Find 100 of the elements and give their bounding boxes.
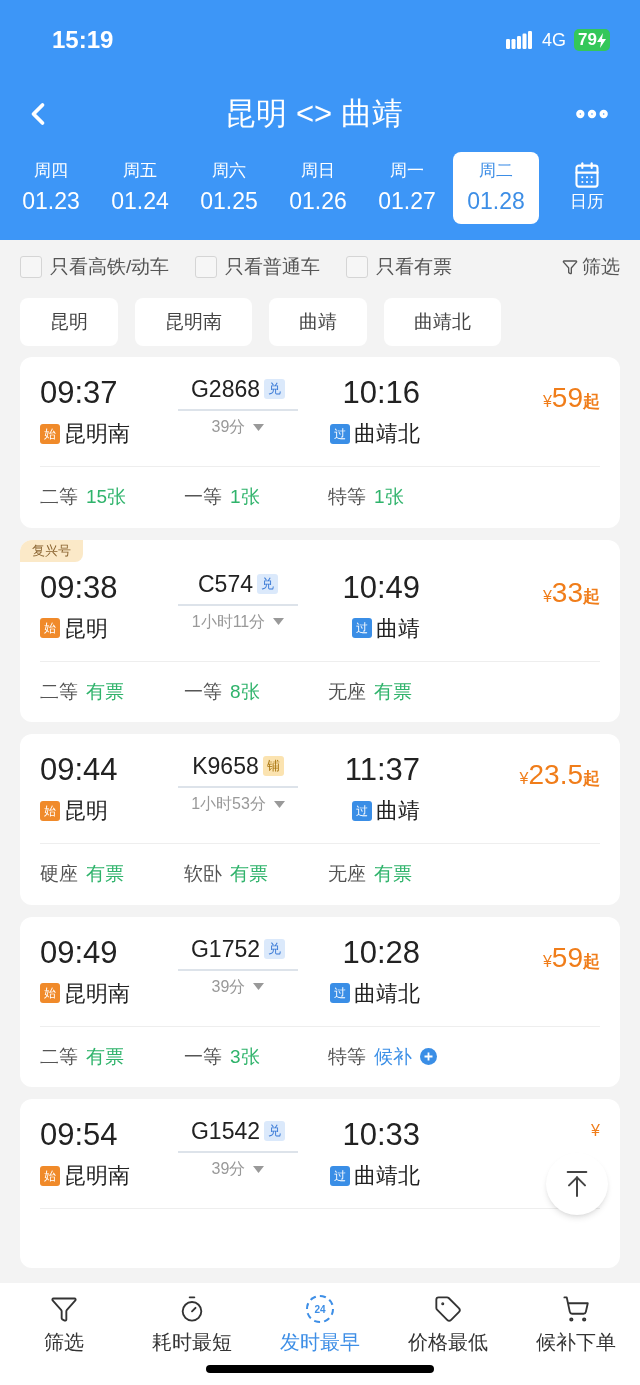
seat-class: 二等 xyxy=(40,485,78,509)
arrival-station: 曲靖北 xyxy=(354,1162,420,1190)
train-card[interactable]: 09:54 始 昆明南 G1542 兑 39分 10:33 过 曲靖北 ¥ xyxy=(20,1099,620,1268)
train-card[interactable]: 09:49 始 昆明南 G1752 兑 39分 10:28 过 曲靖北 ¥59起 二等 有票 一等 3张 特等 候补 xyxy=(20,916,620,1087)
seat-availability: 有票 xyxy=(230,862,268,886)
arrival-time: 10:28 xyxy=(342,933,420,972)
bottom-tab[interactable]: 筛选 xyxy=(4,1295,124,1357)
train-number: K9658 xyxy=(192,752,259,781)
checkbox[interactable] xyxy=(346,256,369,278)
train-card[interactable]: 09:37 始 昆明南 G2868 兑 39分 10:16 过 曲靖北 ¥59起 二等 15张 一等 1张 特等 1张 xyxy=(20,357,620,528)
seat-availability: 1张 xyxy=(230,485,260,509)
filter-label[interactable]: 只看有票 xyxy=(376,252,453,282)
seat-class: 硬座 xyxy=(40,862,78,886)
departure-time: 09:38 xyxy=(40,568,119,607)
departure-station: 昆明南 xyxy=(64,1162,130,1190)
transit-mark: 过 xyxy=(352,618,372,638)
transit-mark: 过 xyxy=(330,983,350,1003)
arrival-station: 曲靖 xyxy=(376,797,420,825)
station-chip[interactable]: 昆明南 xyxy=(135,298,252,346)
cart-icon xyxy=(562,1295,590,1323)
station-chip[interactable]: 曲靖北 xyxy=(384,298,501,346)
page-title: 昆明 <> 曲靖 xyxy=(224,94,404,133)
signal-icon xyxy=(506,31,535,49)
seat-availability: 8张 xyxy=(230,679,260,704)
checkbox[interactable] xyxy=(195,256,218,278)
train-tag: 兑 xyxy=(264,1121,286,1141)
seat-class: 一等 xyxy=(184,679,222,704)
origin-mark: 始 xyxy=(40,800,60,821)
checkbox[interactable] xyxy=(20,256,42,278)
caret-icon xyxy=(273,800,285,808)
clock-icon: 24 xyxy=(306,1295,334,1323)
calendar-icon xyxy=(573,161,601,190)
clock-time: 15:19 xyxy=(52,25,114,55)
departure-station: 昆明 xyxy=(64,797,108,825)
seat-class: 二等 xyxy=(40,679,78,704)
bottom-tab[interactable]: 耗时最短 xyxy=(132,1295,252,1357)
price: ¥59起 xyxy=(542,381,600,415)
network-label: 4G xyxy=(542,28,567,52)
arrival-time: 10:49 xyxy=(342,568,420,607)
seat-availability: 有票 xyxy=(86,862,124,886)
seat-availability: 有票 xyxy=(86,679,124,704)
departure-station: 昆明 xyxy=(64,614,108,643)
origin-mark: 始 xyxy=(40,618,60,638)
caret-icon xyxy=(253,423,265,431)
tag-icon xyxy=(434,1295,462,1323)
departure-time: 09:54 xyxy=(40,1116,119,1154)
train-number: C574 xyxy=(198,569,253,599)
bottom-tab[interactable]: 价格最低 xyxy=(388,1295,508,1357)
bottom-tab[interactable]: 候补下单 xyxy=(516,1295,636,1357)
transit-mark: 过 xyxy=(352,800,372,821)
origin-mark: 始 xyxy=(40,983,60,1003)
departure-time: 09:49 xyxy=(40,933,119,972)
train-card[interactable]: 复兴号 09:38 始 昆明 C574 兑 1小时11分 10:49 过 曲靖 ¥33起 二等 有票 一等 8张 无座 有票 xyxy=(20,539,620,722)
departure-time: 09:44 xyxy=(40,751,119,789)
transit-mark: 过 xyxy=(330,1165,350,1186)
seat-class: 一等 xyxy=(184,485,222,509)
arrival-station: 曲靖北 xyxy=(354,420,420,448)
bolt-icon xyxy=(597,32,606,48)
arrival-station: 曲靖北 xyxy=(354,979,420,1008)
filter-label[interactable]: 只看普通车 xyxy=(225,252,321,282)
battery-level: 79 xyxy=(578,29,597,51)
filter-button[interactable]: 筛选 xyxy=(562,252,620,282)
origin-mark: 始 xyxy=(40,423,60,444)
station-chip[interactable]: 曲靖 xyxy=(269,298,367,346)
seat-class: 软卧 xyxy=(184,862,222,886)
seat-availability: 3张 xyxy=(230,1044,260,1069)
price: ¥59起 xyxy=(542,940,600,975)
arrival-time: 10:16 xyxy=(342,374,420,412)
filter-icon xyxy=(50,1295,78,1323)
filter-label[interactable]: 只看高铁/动车 xyxy=(50,252,170,282)
train-tag: 兑 xyxy=(257,573,278,594)
train-number: G2868 xyxy=(190,375,261,404)
seat-availability: 有票 xyxy=(374,862,412,886)
arrival-time: 10:33 xyxy=(342,1116,420,1154)
seat-availability: 1张 xyxy=(374,485,404,509)
train-tag: 兑 xyxy=(264,938,286,959)
seat-class: 无座 xyxy=(328,679,366,704)
seat-availability: 有票 xyxy=(86,1044,124,1069)
seat-class: 一等 xyxy=(184,1044,222,1069)
departure-time: 09:37 xyxy=(40,374,119,412)
seat-class: 特等 xyxy=(328,485,366,509)
price: ¥33起 xyxy=(542,575,600,610)
train-badge: 复兴号 xyxy=(20,539,83,562)
seat-availability: 候补 xyxy=(374,1044,412,1069)
arrival-station: 曲靖 xyxy=(376,614,420,643)
train-number: G1752 xyxy=(190,934,261,964)
train-card[interactable]: 09:44 始 昆明 K9658 铺 1小时53分 11:37 过 曲靖 ¥23.5起 硬座 有票 软卧 有票 无座 有票 xyxy=(20,734,620,905)
arrival-time: 11:37 xyxy=(344,751,420,789)
caret-icon xyxy=(253,983,265,990)
caret-icon xyxy=(253,1165,265,1173)
date-tab[interactable]: 周二 01.28 xyxy=(453,152,539,224)
price: ¥23.5起 xyxy=(519,758,600,792)
transit-mark: 过 xyxy=(330,423,350,444)
seat-class: 二等 xyxy=(40,1044,78,1069)
seat-availability: 15张 xyxy=(86,485,127,509)
station-chip[interactable]: 昆明 xyxy=(20,298,118,346)
seat-class: 特等 xyxy=(328,1044,366,1069)
plus-icon xyxy=(420,1048,437,1066)
departure-station: 昆明南 xyxy=(64,420,130,448)
seat-availability: 有票 xyxy=(374,679,412,704)
